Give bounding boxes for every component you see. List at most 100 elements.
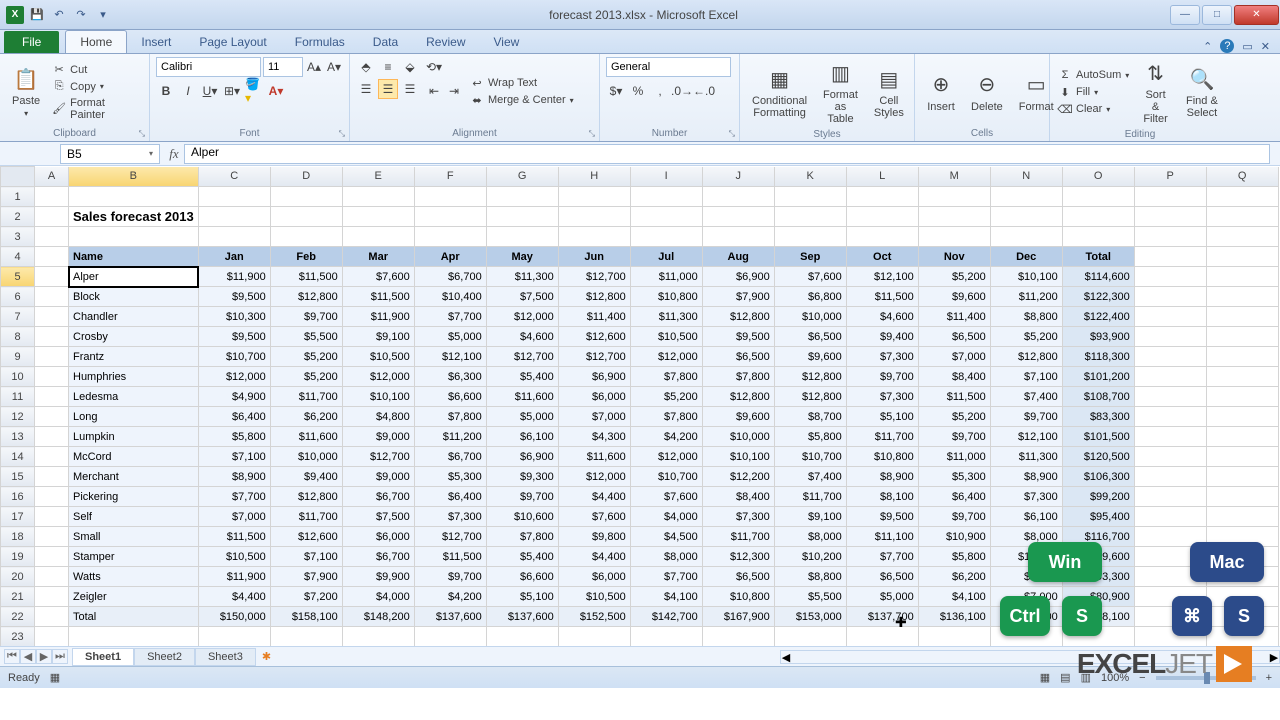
data-cell[interactable]: $5,000: [846, 587, 918, 607]
data-cell[interactable]: $5,200: [270, 347, 342, 367]
empty-cell[interactable]: [702, 227, 774, 247]
data-cell[interactable]: $7,400: [774, 467, 846, 487]
data-cell[interactable]: $12,700: [558, 347, 630, 367]
data-cell[interactable]: $8,400: [918, 367, 990, 387]
data-cell[interactable]: $9,400: [270, 467, 342, 487]
empty-cell[interactable]: [558, 187, 630, 207]
empty-cell[interactable]: [1206, 427, 1278, 447]
empty-cell[interactable]: [1206, 407, 1278, 427]
data-cell[interactable]: $4,600: [846, 307, 918, 327]
row-header-19[interactable]: 19: [1, 547, 35, 567]
header-cell[interactable]: Jul: [630, 247, 702, 267]
empty-cell[interactable]: [35, 387, 69, 407]
data-cell[interactable]: $10,800: [846, 447, 918, 467]
data-cell[interactable]: $11,400: [918, 307, 990, 327]
fill-color-button[interactable]: 🪣▾: [244, 81, 264, 101]
decrease-indent-icon[interactable]: ⇤: [424, 81, 444, 101]
header-cell[interactable]: Mar: [342, 247, 414, 267]
empty-cell[interactable]: [35, 427, 69, 447]
data-cell[interactable]: $11,500: [918, 387, 990, 407]
empty-cell[interactable]: [1134, 267, 1206, 287]
empty-cell[interactable]: [486, 207, 558, 227]
data-cell[interactable]: $10,800: [630, 287, 702, 307]
empty-cell[interactable]: [35, 327, 69, 347]
empty-cell[interactable]: [558, 227, 630, 247]
data-cell[interactable]: Humphries: [69, 367, 199, 387]
data-cell[interactable]: $6,000: [558, 387, 630, 407]
sheet-last-icon[interactable]: ⏭: [52, 649, 68, 664]
header-cell[interactable]: Total: [1062, 247, 1134, 267]
scroll-left-icon[interactable]: ◀: [781, 651, 791, 663]
maximize-button[interactable]: □: [1202, 5, 1232, 25]
data-cell[interactable]: $8,900: [198, 467, 270, 487]
empty-cell[interactable]: [35, 267, 69, 287]
empty-cell[interactable]: [702, 207, 774, 227]
empty-cell[interactable]: [774, 187, 846, 207]
data-cell[interactable]: $6,100: [990, 507, 1062, 527]
col-header-I[interactable]: I: [630, 167, 702, 187]
comma-icon[interactable]: ,: [650, 81, 670, 101]
italic-button[interactable]: I: [178, 81, 198, 101]
data-cell[interactable]: $7,300: [702, 507, 774, 527]
row-header-4[interactable]: 4: [1, 247, 35, 267]
undo-icon[interactable]: ↶: [50, 6, 68, 24]
empty-cell[interactable]: [35, 287, 69, 307]
data-cell[interactable]: $8,900: [990, 467, 1062, 487]
align-right-icon[interactable]: ☰: [400, 79, 420, 99]
empty-cell[interactable]: [1062, 227, 1134, 247]
data-cell[interactable]: $12,000: [342, 367, 414, 387]
data-cell[interactable]: $4,000: [342, 587, 414, 607]
data-cell[interactable]: $11,700: [702, 527, 774, 547]
empty-cell[interactable]: [1206, 327, 1278, 347]
sheet-tab-sheet3[interactable]: Sheet3: [195, 648, 256, 666]
data-cell[interactable]: $114,600: [1062, 267, 1134, 287]
currency-icon[interactable]: $▾: [606, 81, 626, 101]
data-cell[interactable]: $6,500: [846, 567, 918, 587]
data-cell[interactable]: $11,600: [558, 447, 630, 467]
data-cell[interactable]: $11,200: [990, 287, 1062, 307]
row-header-11[interactable]: 11: [1, 387, 35, 407]
fill-button[interactable]: ⬇Fill▾: [1056, 84, 1131, 100]
empty-cell[interactable]: [1062, 187, 1134, 207]
clear-button[interactable]: ⌫Clear▾: [1056, 101, 1131, 117]
data-cell[interactable]: $7,800: [630, 407, 702, 427]
data-cell[interactable]: $12,600: [270, 527, 342, 547]
data-cell[interactable]: $7,300: [990, 487, 1062, 507]
empty-cell[interactable]: [1134, 327, 1206, 347]
data-cell[interactable]: $7,600: [342, 267, 414, 287]
row-header-17[interactable]: 17: [1, 507, 35, 527]
data-cell[interactable]: $7,800: [630, 367, 702, 387]
row-header-18[interactable]: 18: [1, 527, 35, 547]
close-button[interactable]: ✕: [1234, 5, 1279, 25]
data-cell[interactable]: $10,900: [918, 527, 990, 547]
align-center-icon[interactable]: ☰: [378, 79, 398, 99]
row-header-5[interactable]: 5: [1, 267, 35, 287]
data-cell[interactable]: $10,700: [774, 447, 846, 467]
empty-cell[interactable]: [558, 627, 630, 647]
empty-cell[interactable]: [990, 207, 1062, 227]
tab-home[interactable]: Home: [65, 30, 127, 53]
data-cell[interactable]: $9,400: [846, 327, 918, 347]
empty-cell[interactable]: [69, 227, 199, 247]
sheet-tab-sheet2[interactable]: Sheet2: [134, 648, 195, 666]
row-header-3[interactable]: 3: [1, 227, 35, 247]
total-cell[interactable]: $137,600: [486, 607, 558, 627]
data-cell[interactable]: Lumpkin: [69, 427, 199, 447]
row-header-6[interactable]: 6: [1, 287, 35, 307]
data-cell[interactable]: $10,000: [774, 307, 846, 327]
data-cell[interactable]: $4,100: [918, 587, 990, 607]
col-header-C[interactable]: C: [198, 167, 270, 187]
empty-cell[interactable]: [1134, 367, 1206, 387]
align-left-icon[interactable]: ☰: [356, 79, 376, 99]
data-cell[interactable]: $10,700: [630, 467, 702, 487]
data-cell[interactable]: $12,800: [774, 387, 846, 407]
row-header-21[interactable]: 21: [1, 587, 35, 607]
data-cell[interactable]: $9,600: [918, 287, 990, 307]
data-cell[interactable]: $8,000: [774, 527, 846, 547]
row-header-9[interactable]: 9: [1, 347, 35, 367]
data-cell[interactable]: $5,800: [774, 427, 846, 447]
empty-cell[interactable]: [1206, 227, 1278, 247]
data-cell[interactable]: $4,000: [630, 507, 702, 527]
col-header-O[interactable]: O: [1062, 167, 1134, 187]
data-cell[interactable]: $122,300: [1062, 287, 1134, 307]
